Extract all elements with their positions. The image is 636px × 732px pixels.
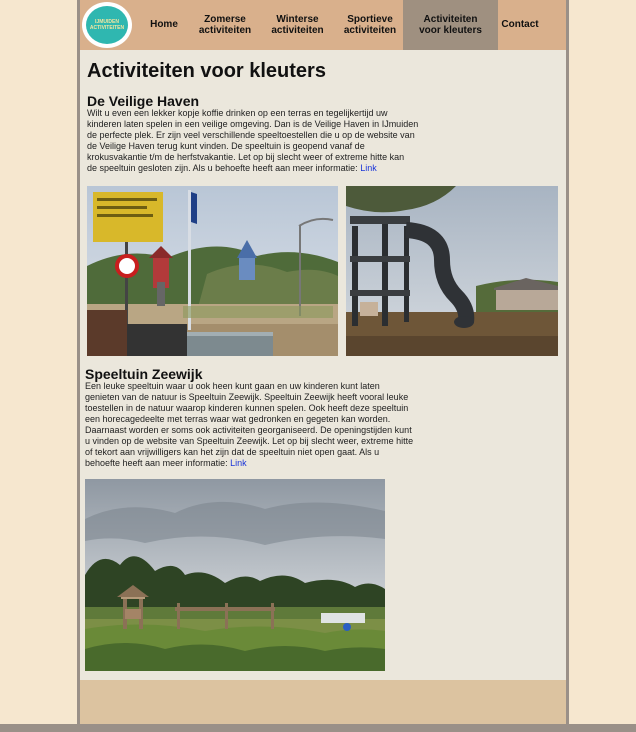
veilige-haven-info-link[interactable]: Link — [360, 163, 377, 173]
text-line: Een leuke speeltuin waar u ook heen kunt… — [85, 381, 380, 391]
nav-home[interactable]: Home — [138, 0, 190, 50]
page-container: IJMUIDEN ACTIVITEITEN Home Zomerse activ… — [80, 0, 566, 724]
text-line: genieten van de natuur is Speeltuin Zeew… — [85, 392, 409, 402]
nav-kleuters-label-1: Activiteiten — [423, 13, 478, 25]
nav-winterse-label-1: Winterse — [276, 13, 319, 25]
text-line: de speeltuin gesloten zijn. Als u behoef… — [87, 163, 361, 173]
photo-veilige-haven-playground — [87, 186, 338, 356]
nav-zomerse-activiteiten[interactable]: Zomerse activiteiten — [190, 0, 260, 50]
nav-winterse-label-2: activiteiten — [271, 25, 324, 36]
main-nav: IJMUIDEN ACTIVITEITEN Home Zomerse activ… — [80, 0, 566, 50]
text-line: behoefte heeft aan meer informatie: — [85, 458, 231, 468]
nav-zomerse-label-2: activiteiten — [198, 25, 252, 36]
text-line: toestellen in de natuur waarop kinderen … — [85, 403, 409, 413]
nav-activiteiten-voor-kleuters[interactable]: Activiteiten voor kleuters — [403, 0, 498, 50]
nav-contact[interactable]: Contact — [498, 0, 542, 50]
site-logo[interactable]: IJMUIDEN ACTIVITEITEN — [82, 2, 132, 48]
bottom-bar — [0, 724, 636, 732]
text-line: een horecagedeelte met terras waar wat g… — [85, 414, 391, 424]
logo-badge: IJMUIDEN ACTIVITEITEN — [86, 6, 128, 44]
text-line: of tekort aan vrijwilligers kan het zijn… — [85, 447, 380, 457]
nav-contact-label: Contact — [501, 19, 539, 31]
nav-sportieve-activiteiten[interactable]: Sportieve activiteiten — [335, 0, 405, 50]
section-heading-veilige-haven: De Veilige Haven — [87, 93, 200, 109]
nav-home-label: Home — [150, 19, 178, 31]
page-title: Activiteiten voor kleuters — [87, 60, 326, 82]
nav-zomerse-label-1: Zomerse — [204, 13, 246, 25]
nav-sportieve-label-2: activiteiten — [343, 25, 397, 36]
nav-winterse-activiteiten[interactable]: Winterse activiteiten — [260, 0, 335, 50]
section-heading-speeltuin-zeewijk: Speeltuin Zeewijk — [85, 366, 203, 382]
nav-kleuters-label-2: voor kleuters — [419, 25, 482, 36]
photo-speeltuin-zeewijk — [85, 479, 385, 671]
nav-sportieve-label-1: Sportieve — [347, 13, 393, 25]
text-line: de Veilige Haven terug kunt vinden. De s… — [87, 141, 365, 151]
speeltuin-zeewijk-info-link[interactable]: Link — [230, 458, 247, 468]
logo-line2: ACTIVITEITEN — [89, 25, 125, 31]
text-line: u vinden op de website van Speeltuin Zee… — [85, 436, 414, 446]
section-text-veilige-haven: Wilt u even een lekker kopje koffie drin… — [87, 108, 457, 174]
text-line: krokusvakantie t/m de herfstvakantie. Le… — [87, 152, 405, 162]
page-footer-area — [80, 680, 566, 724]
text-line: kinderen laten spelen in een veilige omg… — [87, 119, 419, 129]
text-line: Wilt u even een lekker kopje koffie drin… — [87, 108, 388, 118]
photo-veilige-haven-slide — [346, 186, 558, 356]
text-line: de perfecte plek. Er zijn veel verschill… — [87, 130, 415, 140]
section-text-speeltuin-zeewijk: Een leuke speeltuin waar u ook heen kunt… — [85, 381, 455, 469]
text-line: Daarnaast worden er soms ook activiteite… — [85, 425, 412, 435]
